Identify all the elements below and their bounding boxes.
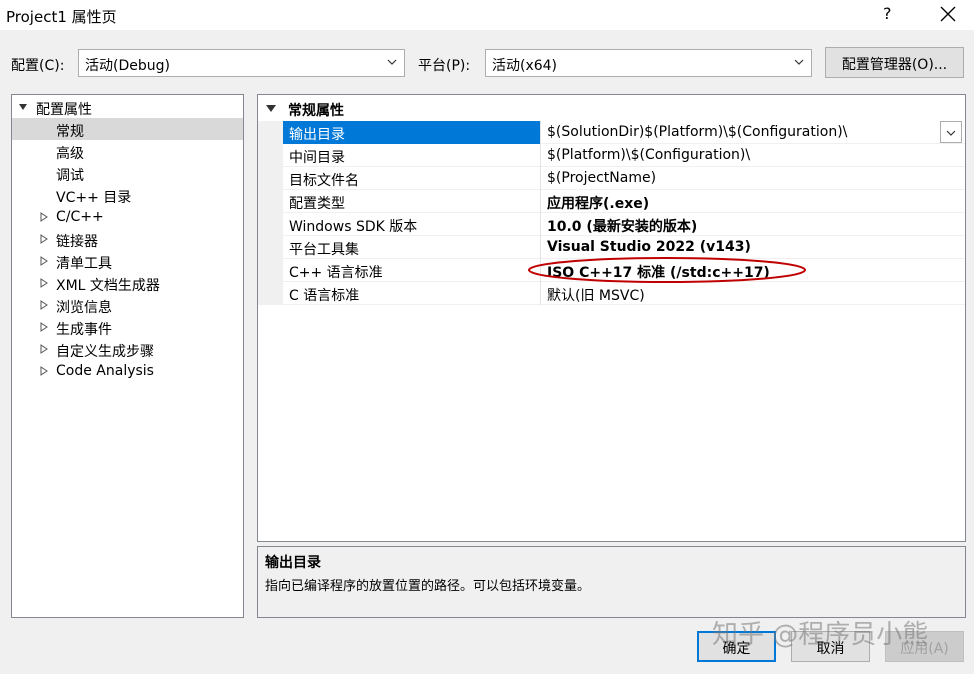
tree-item-label: 清单工具: [56, 256, 112, 272]
property-tree: 配置属性 常规 高级 调试 VC++ 目录 C/C++ 链接器 清单工具 XML…: [11, 94, 244, 618]
property-row-platform-toolset[interactable]: 平台工具集 Visual Studio 2022 (v143): [283, 236, 965, 259]
value-dropdown-button[interactable]: [940, 121, 962, 143]
platform-label: 平台(P):: [418, 58, 471, 74]
property-name: Windows SDK 版本: [289, 219, 418, 235]
property-row-cpp-language-standard[interactable]: C++ 语言标准 ISO C++17 标准 (/std:c++17): [283, 259, 965, 282]
tree-root-label: 配置属性: [36, 102, 92, 118]
property-row-windows-sdk[interactable]: Windows SDK 版本 10.0 (最新安装的版本): [283, 213, 965, 236]
property-name: 输出目录: [289, 127, 345, 143]
property-name-cell: 目标文件名: [283, 167, 541, 190]
tree-item-advanced[interactable]: 高级: [12, 140, 243, 162]
tree-item-label: 常规: [56, 124, 84, 140]
chevron-down-icon: [946, 130, 956, 136]
property-value: $(Platform)\$(Configuration)\: [547, 147, 751, 163]
tree-item-code-analysis[interactable]: Code Analysis: [12, 360, 243, 382]
grid-gutter: [258, 121, 283, 305]
property-value: Visual Studio 2022 (v143): [547, 239, 751, 255]
tree-item-general[interactable]: 常规: [12, 118, 243, 140]
expand-icon[interactable]: [40, 256, 48, 266]
tree-item-browse-info[interactable]: 浏览信息: [12, 294, 243, 316]
config-manager-button[interactable]: 配置管理器(O)...: [825, 47, 964, 78]
description-text: 指向已编译程序的放置位置的路径。可以包括环境变量。: [265, 579, 591, 594]
property-name: C++ 语言标准: [289, 265, 383, 281]
tree-item-label: XML 文档生成器: [56, 278, 160, 294]
property-name-cell: C++ 语言标准: [283, 259, 541, 282]
close-icon[interactable]: [938, 4, 958, 24]
property-name-cell: 中间目录: [283, 144, 541, 167]
chevron-down-icon: [387, 59, 397, 65]
category-label: 常规属性: [288, 103, 344, 119]
tree-item-manifest-tool[interactable]: 清单工具: [12, 250, 243, 272]
property-value: 10.0 (最新安装的版本): [547, 219, 698, 235]
property-value: 应用程序(.exe): [547, 196, 650, 212]
collapse-icon[interactable]: [266, 103, 276, 113]
expand-icon[interactable]: [40, 322, 48, 332]
tree-item-label: 生成事件: [56, 322, 112, 338]
config-select[interactable]: 活动(Debug): [78, 49, 405, 77]
tree-item-label: 自定义生成步骤: [56, 344, 154, 360]
tree-item-label: Code Analysis: [56, 363, 154, 379]
chevron-down-icon: [794, 59, 804, 65]
tree-item-label: C/C++: [56, 209, 104, 225]
property-name-cell: 配置类型: [283, 190, 541, 213]
title-bar: Project1 属性页 ?: [0, 0, 974, 30]
watermark: 知乎 @程序员小熊: [712, 620, 929, 650]
expand-icon[interactable]: [40, 300, 48, 310]
expand-icon[interactable]: [40, 234, 48, 244]
platform-value: 活动(x64): [492, 58, 558, 74]
tree-root[interactable]: 配置属性: [12, 96, 243, 118]
property-row-configuration-type[interactable]: 配置类型 应用程序(.exe): [283, 190, 965, 213]
property-row-intermediate-dir[interactable]: 中间目录 $(Platform)\$(Configuration)\: [283, 144, 965, 167]
tree-item-build-events[interactable]: 生成事件: [12, 316, 243, 338]
description-panel: 输出目录 指向已编译程序的放置位置的路径。可以包括环境变量。: [257, 546, 966, 618]
property-name-cell: Windows SDK 版本: [283, 213, 541, 236]
property-row-c-language-standard[interactable]: C 语言标准 默认(旧 MSVC): [283, 282, 965, 305]
tree-item-label: 链接器: [56, 234, 98, 250]
property-name: 目标文件名: [289, 173, 359, 189]
expand-icon[interactable]: [40, 212, 48, 222]
tree-item-label: 调试: [56, 168, 84, 184]
config-value: 活动(Debug): [85, 58, 170, 74]
tree-item-label: 浏览信息: [56, 300, 112, 316]
property-value: $(ProjectName): [547, 170, 657, 186]
tree-item-cpp[interactable]: C/C++: [12, 206, 243, 228]
config-manager-label: 配置管理器(O)...: [841, 57, 948, 73]
tree-item-debugging[interactable]: 调试: [12, 162, 243, 184]
property-value: $(SolutionDir)$(Platform)\$(Configuratio…: [547, 124, 848, 140]
property-value: 默认(旧 MSVC): [547, 288, 645, 304]
collapse-icon[interactable]: [19, 102, 27, 112]
help-button[interactable]: ?: [883, 4, 892, 23]
property-row-target-name[interactable]: 目标文件名 $(ProjectName): [283, 167, 965, 190]
category-general-properties[interactable]: 常规属性: [258, 97, 958, 119]
tree-item-label: 高级: [56, 146, 84, 162]
property-name: 配置类型: [289, 196, 345, 212]
property-name-cell: 平台工具集: [283, 236, 541, 259]
tree-item-xml-doc-generator[interactable]: XML 文档生成器: [12, 272, 243, 294]
tree-item-linker[interactable]: 链接器: [12, 228, 243, 250]
window-title: Project1 属性页: [6, 8, 117, 26]
property-name-cell: C 语言标准: [283, 282, 541, 305]
property-name: 中间目录: [289, 150, 345, 166]
expand-icon[interactable]: [40, 344, 48, 354]
platform-select[interactable]: 活动(x64): [485, 49, 812, 77]
property-name-cell: 输出目录: [283, 121, 541, 144]
property-row-output-dir[interactable]: 输出目录 $(SolutionDir)$(Platform)\$(Configu…: [283, 121, 965, 144]
tree-item-custom-build-step[interactable]: 自定义生成步骤: [12, 338, 243, 360]
tree-item-vc-directories[interactable]: VC++ 目录: [12, 184, 243, 206]
property-name: 平台工具集: [289, 242, 359, 258]
property-name: C 语言标准: [289, 288, 360, 304]
property-value: ISO C++17 标准 (/std:c++17): [547, 265, 770, 281]
description-title: 输出目录: [265, 555, 321, 571]
property-grid: 常规属性 输出目录 $(SolutionDir)$(Platform)\$(Co…: [257, 94, 966, 542]
config-label: 配置(C):: [11, 58, 65, 74]
expand-icon[interactable]: [40, 366, 48, 376]
expand-icon[interactable]: [40, 278, 48, 288]
tree-item-label: VC++ 目录: [56, 190, 132, 206]
